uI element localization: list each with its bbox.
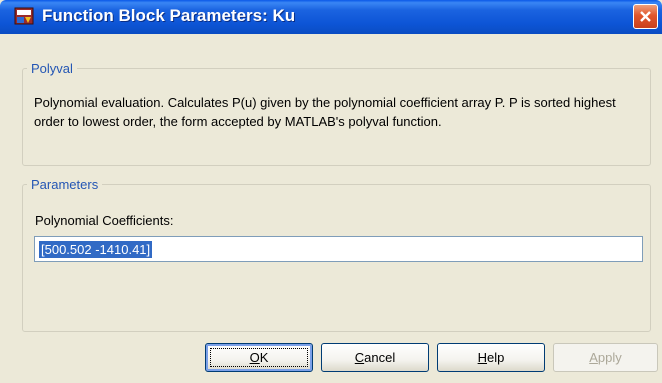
block-description: Polynomial evaluation. Calculates P(u) g… — [34, 95, 616, 129]
apply-mnemonic: A — [589, 350, 598, 365]
ok-button[interactable]: OK — [205, 343, 313, 372]
dialog-window: Function Block Parameters: Ku Polyval Po… — [0, 0, 662, 383]
title-bar[interactable]: Function Block Parameters: Ku — [0, 0, 662, 34]
cancel-button[interactable]: Cancel — [321, 343, 429, 372]
parameters-legend: Parameters — [31, 177, 99, 192]
coefficients-input[interactable]: [500.502 -1410.41] — [34, 236, 643, 262]
simulink-block-icon — [14, 6, 34, 26]
help-label: elp — [487, 350, 505, 365]
window-title: Function Block Parameters: Ku — [42, 6, 296, 25]
apply-label: pply — [597, 350, 622, 365]
close-icon — [640, 11, 651, 22]
help-mnemonic: H — [477, 350, 488, 365]
cancel-mnemonic: C — [354, 350, 365, 365]
polyval-legend: Polyval — [31, 61, 73, 76]
close-button[interactable] — [633, 4, 658, 29]
help-button[interactable]: Help — [437, 343, 545, 372]
coefficients-value: [500.502 -1410.41] — [39, 241, 153, 258]
focus-rect — [210, 348, 308, 367]
cancel-label: ancel — [364, 350, 396, 365]
apply-button[interactable]: Apply — [553, 343, 658, 372]
coefficients-label: Polynomial Coefficients: — [35, 213, 174, 228]
